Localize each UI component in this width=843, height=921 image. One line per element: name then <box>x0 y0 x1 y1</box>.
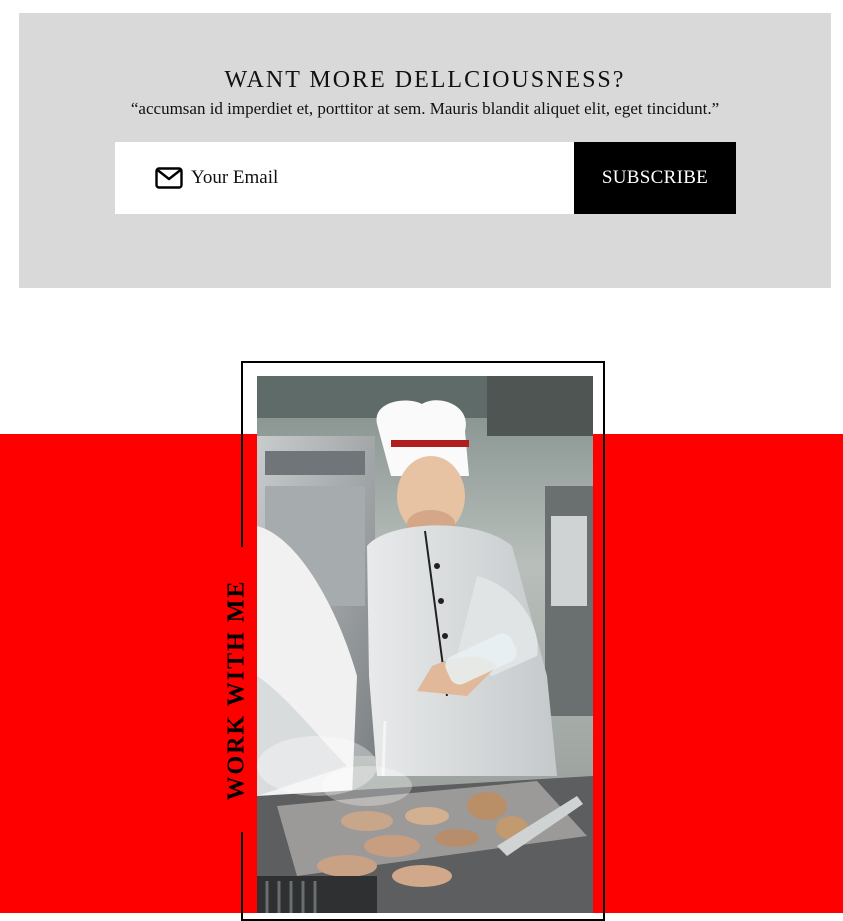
subscribe-button[interactable]: SUBSCRIBE <box>574 142 736 214</box>
email-input[interactable] <box>191 142 561 214</box>
newsletter-section: WANT MORE DELLCIOUSNESS? “accumsan id im… <box>19 13 831 288</box>
envelope-icon <box>155 167 183 189</box>
newsletter-title: WANT MORE DELLCIOUSNESS? <box>224 67 626 93</box>
newsletter-quote: “accumsan id imperdiet et, porttitor at … <box>130 99 720 118</box>
email-field-wrapper <box>115 142 574 214</box>
work-with-me-label[interactable]: WORK WITH ME <box>224 580 251 801</box>
subscribe-form: SUBSCRIBE <box>115 142 736 214</box>
chef-photo <box>257 376 593 913</box>
